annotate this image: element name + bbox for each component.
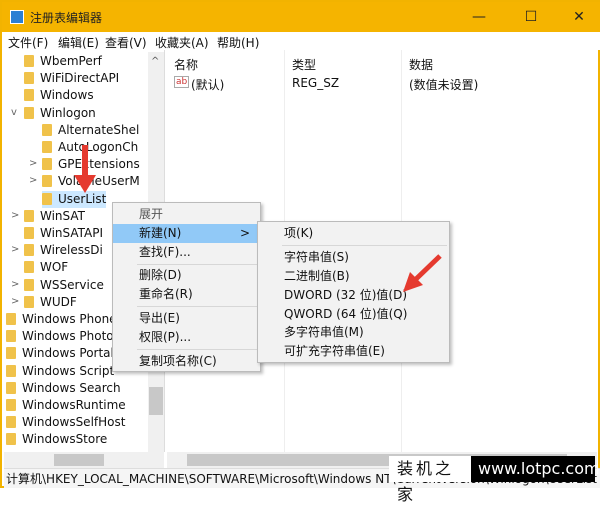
- watermark-url: www.lotpc.com: [471, 456, 600, 482]
- arrow-to-dword: [413, 254, 442, 282]
- annotation-arrows: [74, 145, 442, 292]
- watermark-cn: 装机之家: [389, 456, 471, 504]
